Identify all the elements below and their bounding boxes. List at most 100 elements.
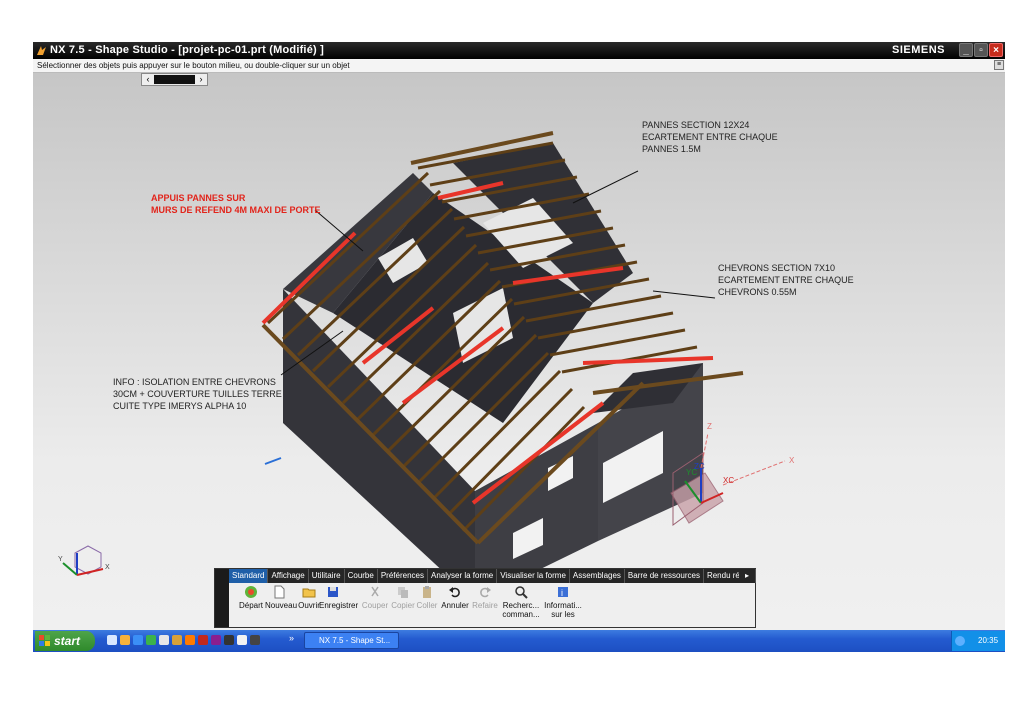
prompt-text: Sélectionner des objets puis appuyer sur…	[37, 61, 350, 70]
quicklaunch-icon-5[interactable]	[159, 635, 169, 645]
quicklaunch-icon-3[interactable]	[133, 635, 143, 645]
information-icon: i	[558, 587, 568, 598]
open-folder-icon	[302, 588, 316, 598]
tab-overflow-icon[interactable]: ▸	[739, 569, 755, 583]
tab-6[interactable]: Visualiser la forme	[497, 569, 570, 583]
command-finder-icon	[515, 586, 528, 599]
graphics-window[interactable]: ‹ › ZC YC XC Z X Y X PANNES SECTION 12X2…	[33, 73, 1005, 630]
tab-1[interactable]: Affichage	[268, 569, 309, 583]
system-tray: 20:35	[951, 631, 1005, 651]
wcs-xc-label: XC	[723, 476, 734, 485]
wcs-yc-label: YC	[686, 468, 697, 477]
tool-label: Coller	[416, 601, 438, 610]
redo-icon	[480, 587, 491, 598]
house-3d-model[interactable]: ZC YC XC Z X Y X	[33, 73, 1005, 630]
scroll-thumb[interactable]	[154, 75, 196, 84]
abs-z-label: Z	[707, 422, 712, 431]
tool-redo[interactable]: Refaire	[471, 585, 499, 610]
tool-paste[interactable]: Coller	[413, 585, 441, 610]
scroll-left-icon[interactable]: ‹	[142, 74, 154, 85]
undo-icon	[449, 587, 460, 598]
start-label: start	[54, 634, 81, 648]
tool-label: Annuler	[441, 601, 469, 610]
tool-label: Ouvrir	[298, 601, 320, 610]
save-icon	[328, 587, 338, 597]
tool-cut[interactable]: Couper	[361, 585, 389, 610]
nx-logo-icon	[37, 46, 46, 55]
tab-0[interactable]: Standard	[229, 569, 269, 583]
start-button[interactable]: start	[35, 631, 95, 651]
windows-logo-icon	[39, 635, 50, 646]
scroll-right-icon[interactable]: ›	[195, 74, 207, 85]
paste-icon	[423, 586, 431, 598]
prompt-bar: Sélectionner des objets puis appuyer sur…	[33, 59, 1005, 73]
clock: 20:35	[978, 636, 999, 645]
horizontal-scrollbar[interactable]: ‹ ›	[141, 73, 208, 86]
leader-chevrons	[652, 290, 716, 299]
tool-label: Nouveau	[265, 601, 298, 610]
tool-label: Départ	[238, 601, 263, 610]
windows-taskbar: start » NX 7.5 - Shape St... 20:35	[33, 630, 1005, 652]
tab-8[interactable]: Barre de ressources	[625, 569, 704, 583]
tab-5[interactable]: Analyser la forme	[428, 569, 498, 583]
tool-label: Copier	[391, 601, 415, 610]
toolbar-handle[interactable]	[215, 569, 229, 627]
quicklaunch-icon-9[interactable]	[211, 635, 221, 645]
close-button[interactable]: ×	[989, 43, 1003, 57]
quicklaunch-icon-11[interactable]	[237, 635, 247, 645]
quicklaunch-icon-8[interactable]	[198, 635, 208, 645]
svg-text:i: i	[561, 588, 563, 598]
triad-x-label: X	[105, 564, 110, 571]
tool-label: Recherc... comman...	[502, 601, 540, 619]
triad-y-label: Y	[58, 556, 63, 563]
quicklaunch-icon-12[interactable]	[250, 635, 260, 645]
quicklaunch-icon-1[interactable]	[107, 635, 117, 645]
tool-start[interactable]: Départ	[237, 585, 265, 610]
view-triad[interactable]: Y X	[58, 545, 110, 576]
copy-icon	[398, 587, 408, 598]
tab-7[interactable]: Assemblages	[570, 569, 625, 583]
quicklaunch-icon-2[interactable]	[120, 635, 130, 645]
title-bar[interactable]: NX 7.5 - Shape Studio - [projet-pc-01.pr…	[33, 42, 1005, 59]
chevron-rafter	[549, 328, 686, 357]
leader-pannes	[572, 170, 639, 204]
quicklaunch-icon-4[interactable]	[146, 635, 156, 645]
nx-window: NX 7.5 - Shape Studio - [projet-pc-01.pr…	[33, 42, 1005, 652]
tab-3[interactable]: Courbe	[345, 569, 378, 583]
siemens-logo: SIEMENS	[892, 44, 946, 56]
annotation-pannes: PANNES SECTION 12X24 ECARTEMENT ENTRE CH…	[642, 120, 778, 154]
tool-label: Informati... sur les	[544, 601, 582, 619]
restore-button[interactable]: ▫	[974, 43, 988, 57]
new-file-icon	[274, 585, 285, 599]
taskbar-item-nx[interactable]: NX 7.5 - Shape St...	[304, 632, 399, 649]
window-title: NX 7.5 - Shape Studio - [projet-pc-01.pr…	[50, 44, 324, 56]
abs-x-label: X	[789, 456, 795, 465]
tool-label: Refaire	[472, 601, 498, 610]
tray-icon[interactable]	[955, 636, 965, 646]
blue-edge	[264, 457, 282, 465]
quicklaunch-icon-7[interactable]	[185, 635, 195, 645]
quicklaunch-icon-6[interactable]	[172, 635, 182, 645]
tool-save[interactable]: Enregistrer	[319, 585, 358, 610]
tab-2[interactable]: Utilitaire	[309, 569, 345, 583]
annotation-appuis: APPUIS PANNES SUR MURS DE REFEND 4M MAXI…	[151, 193, 321, 215]
tool-command-finder[interactable]: Recherc... comman...	[501, 585, 541, 619]
tab-4[interactable]: Préférences	[378, 569, 428, 583]
tool-label: Couper	[361, 601, 389, 610]
prompt-options-icon[interactable]: ≡	[994, 60, 1004, 70]
toolbar-tabs: Standard Affichage Utilitaire Courbe Préfére…	[229, 569, 756, 583]
tool-information[interactable]: i Informati... sur les	[543, 585, 583, 619]
tool-new-file[interactable]: Nouveau	[265, 585, 297, 610]
purlin-ext	[582, 356, 714, 365]
toolbar-tools: Départ Nouveau Ouvrir Enregistrer Couper Copi…	[229, 583, 755, 627]
tool-undo[interactable]: Annuler	[441, 585, 469, 610]
tool-label: Enregistrer	[319, 601, 359, 610]
start-icon	[245, 586, 257, 598]
quicklaunch-icon-10[interactable]	[224, 635, 234, 645]
standard-toolbar: Standard Affichage Utilitaire Courbe Préfére…	[214, 568, 756, 628]
minimize-button[interactable]: _	[959, 43, 973, 57]
annotation-chevrons: CHEVRONS SECTION 7X10 ECARTEMENT ENTRE C…	[718, 263, 854, 297]
cut-icon	[371, 586, 379, 597]
quicklaunch-overflow[interactable]: »	[289, 633, 294, 643]
annotation-info: INFO : ISOLATION ENTRE CHEVRONS 30CM + C…	[113, 377, 282, 411]
